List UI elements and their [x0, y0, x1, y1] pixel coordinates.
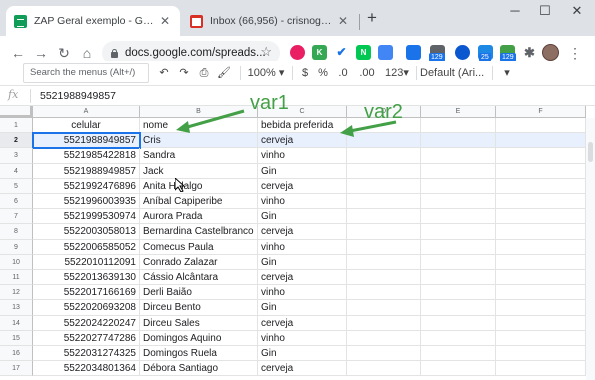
mouse-cursor-icon: [175, 178, 185, 192]
annotation-arrows: [176, 109, 397, 137]
arrow-var2: [349, 120, 397, 133]
arrowhead-var1: [176, 121, 190, 133]
arrow-var1: [183, 109, 245, 130]
scrollbar-thumb[interactable]: [588, 142, 593, 162]
arrowhead-var2: [340, 125, 354, 137]
